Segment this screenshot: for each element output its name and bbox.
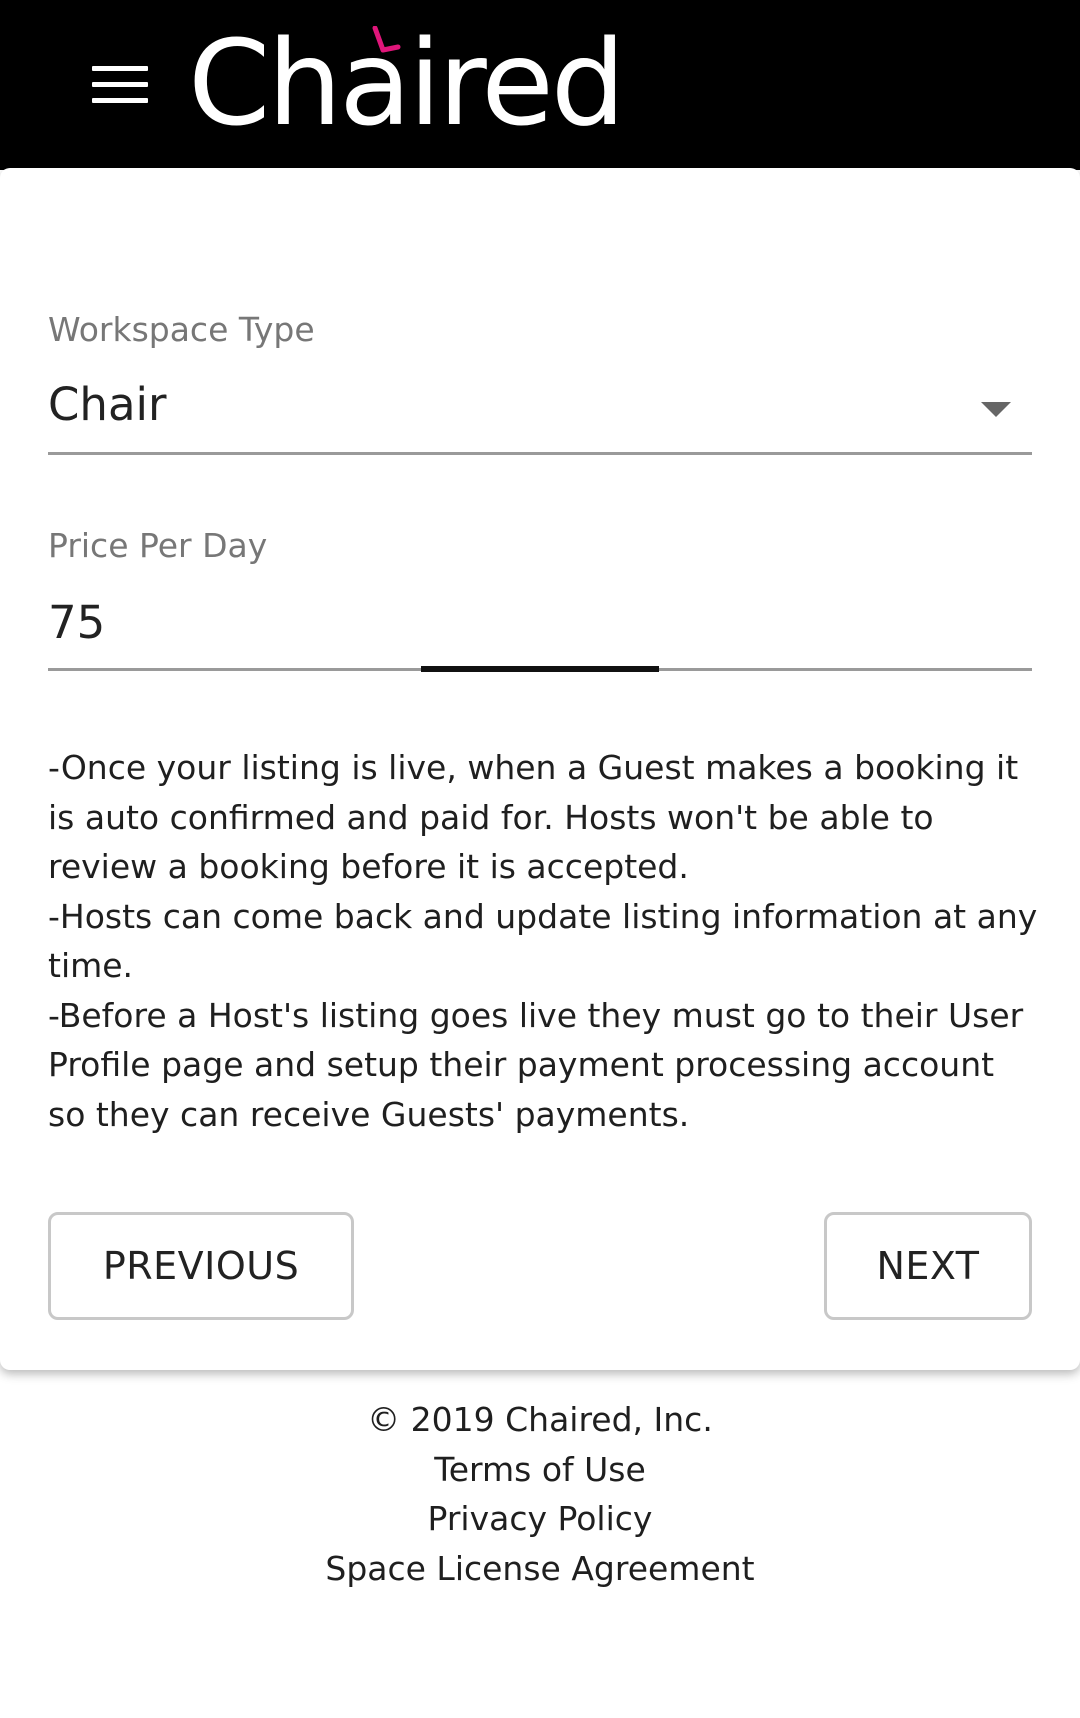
workspace-type-select[interactable]: Chair <box>48 378 167 431</box>
page-footer: © 2019 Chaired, Inc. Terms of Use Privac… <box>0 1395 1080 1593</box>
info-line: -Before a Host's listing goes live they … <box>48 995 1024 1134</box>
price-per-day-input[interactable] <box>48 592 948 652</box>
price-per-day-label: Price Per Day <box>48 526 268 565</box>
input-focus-indicator <box>421 666 659 672</box>
app-header: Chaired <box>0 0 1080 170</box>
workspace-type-label: Workspace Type <box>48 310 315 349</box>
copyright-text: © 2019 Chaired, Inc. <box>367 1400 713 1439</box>
privacy-policy-link[interactable]: Privacy Policy <box>0 1494 1080 1544</box>
logo-accent-icon <box>372 26 401 53</box>
hamburger-menu-icon[interactable] <box>92 66 148 104</box>
next-button[interactable]: NEXT <box>824 1212 1032 1320</box>
info-line: -Hosts can come back and update listing … <box>48 896 1038 986</box>
chaired-logo[interactable]: Chaired <box>188 18 626 148</box>
terms-of-use-link[interactable]: Terms of Use <box>0 1445 1080 1495</box>
caret-down-icon[interactable] <box>981 402 1011 417</box>
previous-button[interactable]: PREVIOUS <box>48 1212 354 1320</box>
info-line: -Once your listing is live, when a Guest… <box>48 748 1019 886</box>
listing-form-card: Workspace Type Chair Price Per Day -Once… <box>0 168 1080 1370</box>
listing-info-text: -Once your listing is live, when a Guest… <box>48 743 1038 1139</box>
workspace-type-underline <box>48 452 1032 455</box>
space-license-agreement-link[interactable]: Space License Agreement <box>0 1544 1080 1594</box>
